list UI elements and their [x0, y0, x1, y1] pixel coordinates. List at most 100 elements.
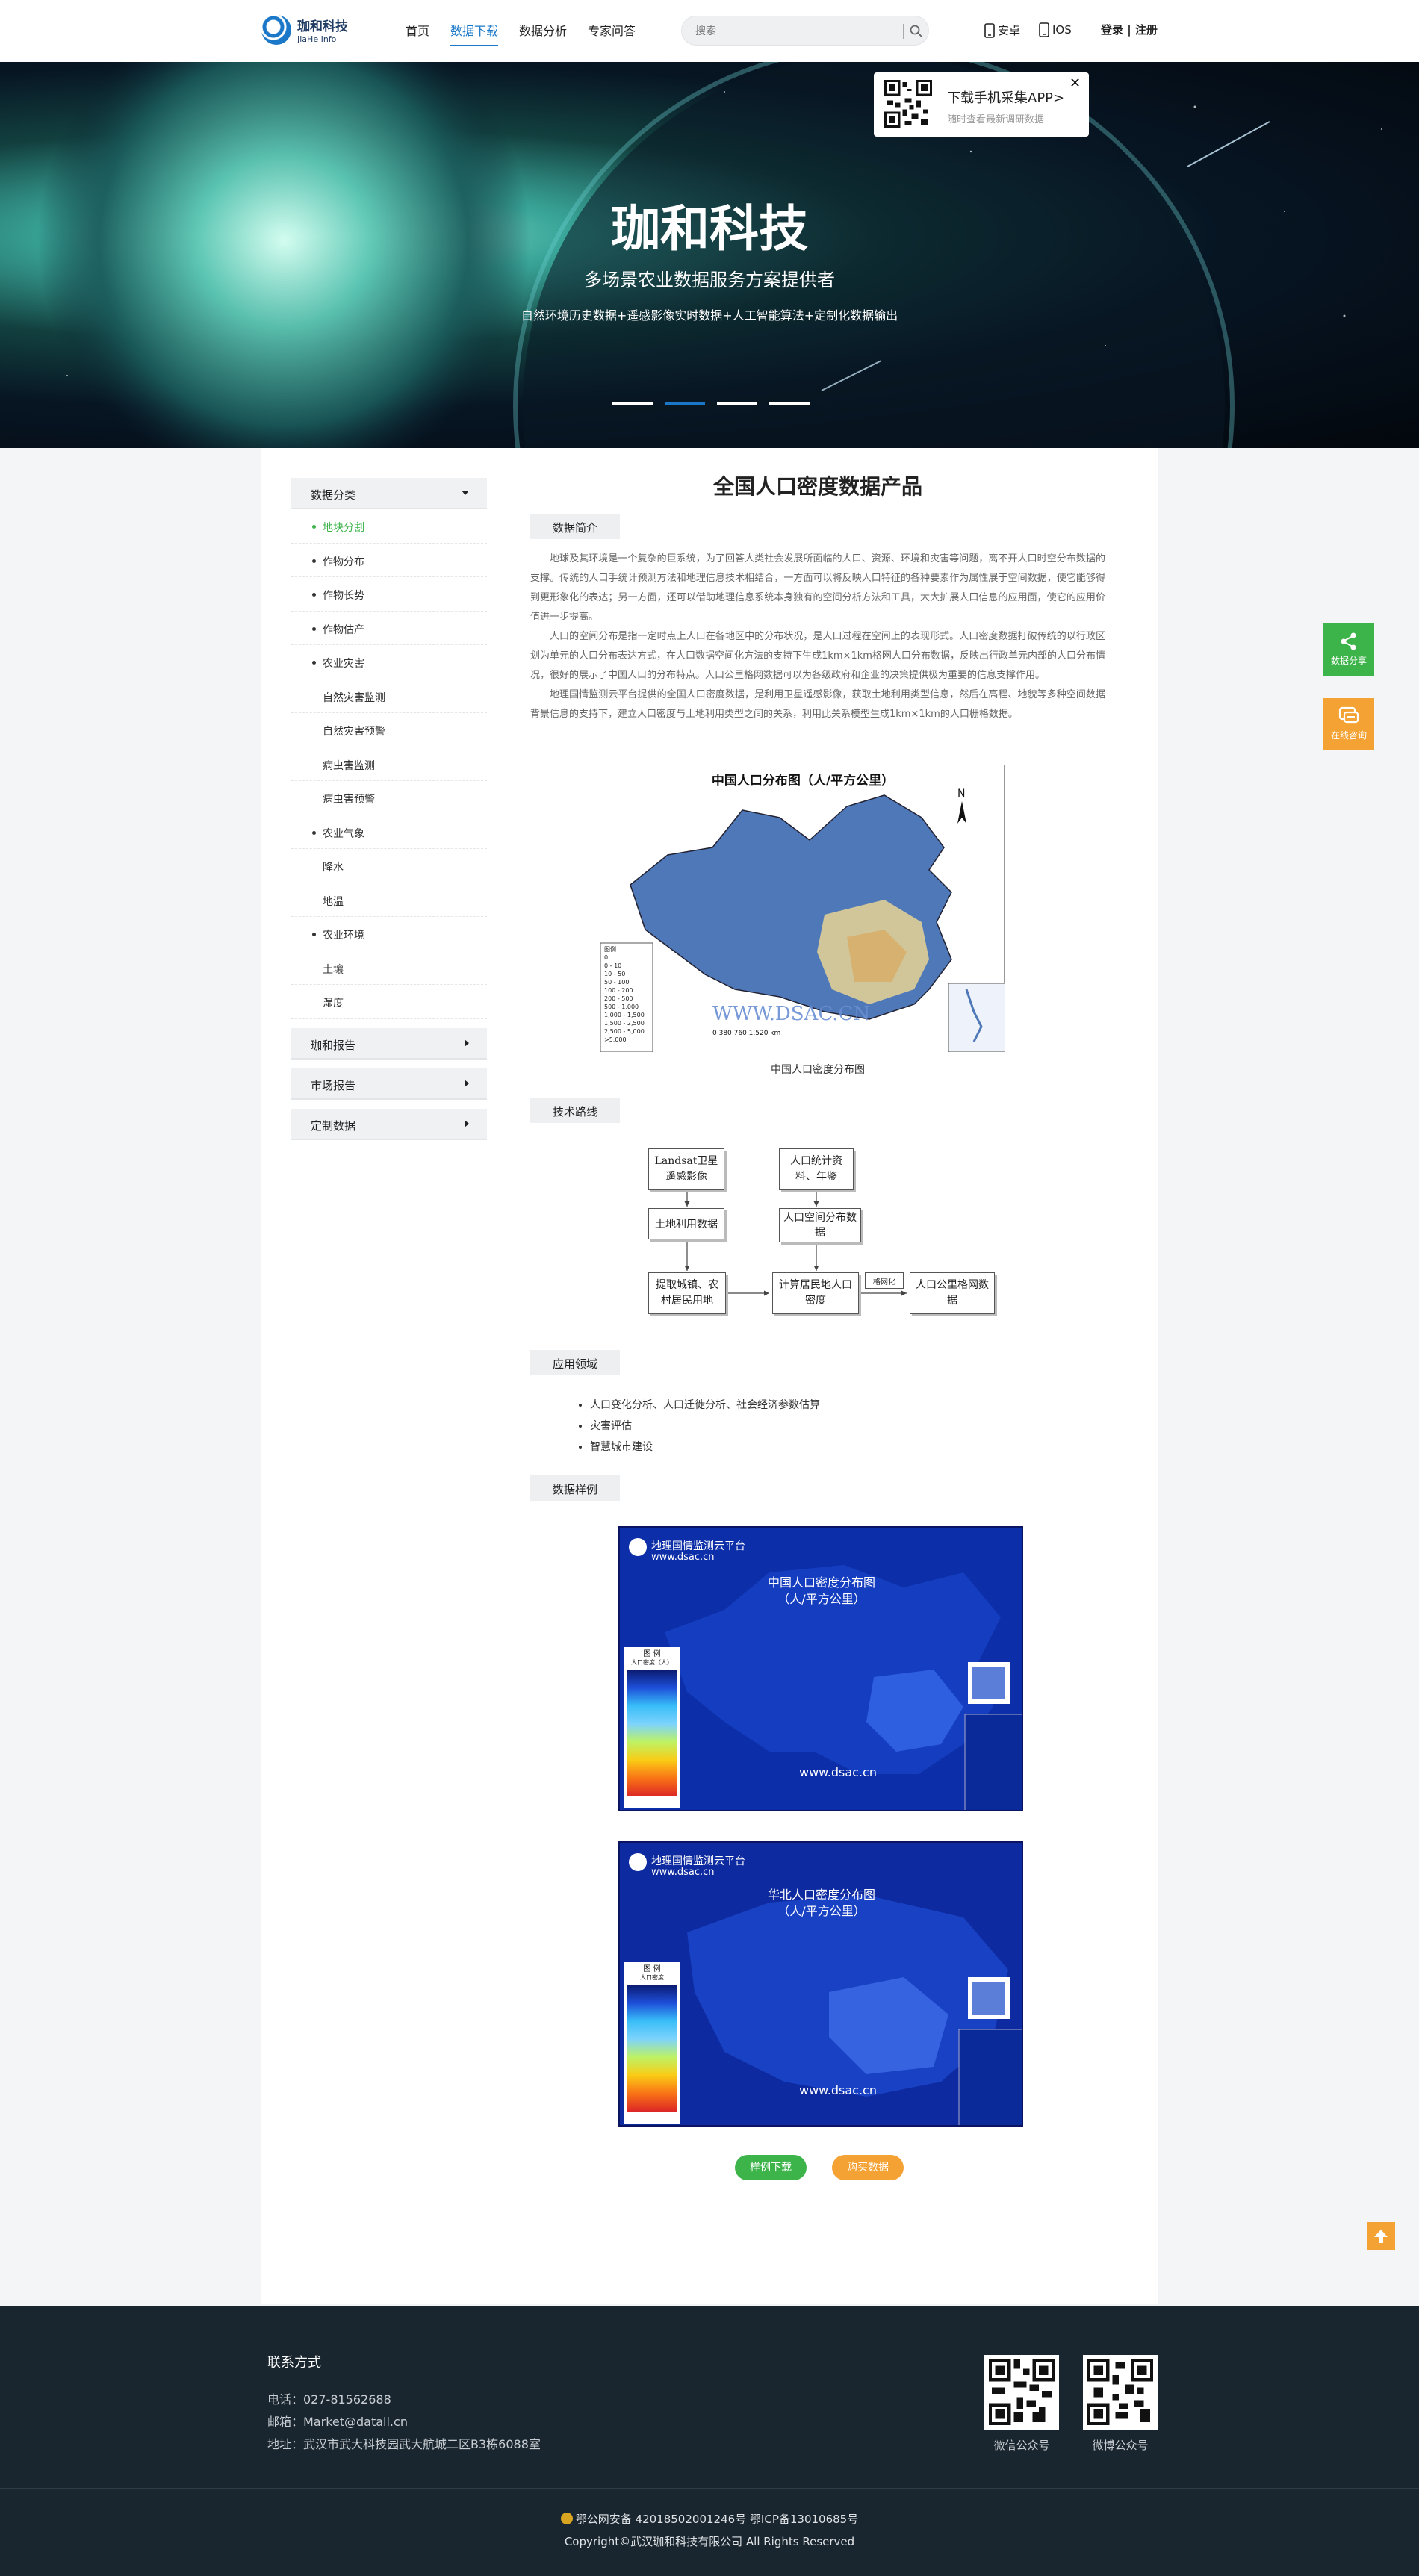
- sidebar-subitem[interactable]: 地温: [291, 883, 487, 917]
- footer-phone: 电话：027-81562688: [267, 2392, 391, 2407]
- nav-data-analysis[interactable]: 数据分析: [519, 21, 567, 46]
- legend-item: 200 - 500: [604, 995, 633, 1002]
- flow-label-grid: 格网化: [865, 1272, 904, 1289]
- flow-node-spatial: 人口空间分布数据: [779, 1208, 861, 1242]
- android-label: 安卓: [998, 24, 1021, 37]
- intro-paragraph: 人口的空间分布是指一定时点上人口在各地区中的分布状况，是人口过程在空间上的表现形…: [530, 631, 1105, 681]
- legend-item: 50 - 100: [604, 979, 630, 986]
- carousel-dot[interactable]: [612, 402, 653, 405]
- intro-paragraph: 地理国情监测云平台提供的全国人口密度数据，是利用卫星遥感影像，获取土地利用类型信…: [530, 689, 1105, 720]
- sidebar-item[interactable]: 作物估产: [291, 612, 487, 645]
- sample-download-button[interactable]: 样例下载: [735, 2155, 807, 2180]
- product-content: 全国人口密度数据产品 数据简介 地球及其环境是一个复杂的巨系统，为了回答人类社会…: [530, 470, 1105, 2180]
- beian-text[interactable]: 鄂公网安备 42018502001246号 鄂ICP备13010685号: [576, 2513, 858, 2526]
- sidebar-item[interactable]: 作物分布: [291, 544, 487, 577]
- logo-subname: JiaHe Info: [297, 34, 337, 44]
- sidebar-subitem[interactable]: 病虫害监测: [291, 747, 487, 781]
- sample-map-title: 中国人口密度分布图: [767, 1575, 875, 1590]
- police-badge-icon: [560, 2513, 573, 2524]
- sidebar-subitem[interactable]: 病虫害预警: [291, 781, 487, 815]
- section-label: 市场报告: [311, 1078, 356, 1092]
- legend-item: 1,500 - 2,500: [604, 1020, 645, 1027]
- section-tag-tech: 技术路线: [530, 1098, 621, 1123]
- legend-item: 1,000 - 1,500: [604, 1012, 645, 1018]
- app-popup-title[interactable]: 下载手机采集APP>: [947, 87, 1064, 107]
- search-input[interactable]: [695, 24, 889, 39]
- map-scale-bar: 0 380 760 1,520 km: [712, 1030, 781, 1037]
- logo-name: 珈和科技: [297, 19, 348, 34]
- nav-data-download[interactable]: 数据下载: [450, 21, 499, 46]
- hero-banner: 珈和科技 多场景农业数据服务方案提供者 自然环境历史数据+遥感影像实时数据+人工…: [0, 62, 1419, 448]
- logo[interactable]: 珈和科技 JiaHe Info: [261, 15, 348, 45]
- list-item: 灾害评估: [590, 1416, 820, 1437]
- sample-map-watermark: www.dsac.cn: [799, 1765, 877, 1779]
- sidebar-item[interactable]: 农业灾害: [291, 645, 487, 679]
- legend-color-ramp: [627, 1985, 677, 2112]
- caret-right-icon: [465, 1039, 469, 1047]
- legend-item: 500 - 1,000: [604, 1004, 639, 1010]
- qr-code-icon: [989, 2359, 1055, 2425]
- login-register-link[interactable]: 登录 | 注册: [1101, 22, 1158, 37]
- sidebar-section-jiahe-report[interactable]: 珈和报告: [291, 1027, 487, 1060]
- sidebar-subitem[interactable]: 湿度: [291, 985, 487, 1019]
- carousel-dot-active[interactable]: [665, 402, 705, 405]
- section-label: 定制数据: [311, 1119, 356, 1133]
- intro-paragraph: 地球及其环境是一个复杂的巨系统，为了回答人类社会发展所面临的人口、资源、环境和灾…: [530, 553, 1105, 623]
- legend-title: 图例: [604, 946, 616, 953]
- search-box: [681, 16, 929, 46]
- buy-data-button[interactable]: 购买数据: [832, 2155, 904, 2180]
- flow-node-landuse: 土地利用数据: [648, 1208, 724, 1239]
- carousel-dot[interactable]: [717, 402, 757, 405]
- map-legend: 图例 0 0 - 10 10 - 50 50 - 100 100 - 200 2…: [604, 945, 645, 1044]
- ios-download[interactable]: IOS: [1039, 22, 1072, 37]
- app-download-popup: 下载手机采集APP> 随时查看最新调研数据 ✕: [874, 72, 1089, 137]
- map-caption: 中国人口密度分布图: [771, 1064, 865, 1076]
- site-header: 珈和科技 JiaHe Info 首页 数据下载 数据分析 专家问答 安卓 IOS…: [0, 0, 1419, 62]
- footer-email[interactable]: 邮箱：Market@datall.cn: [267, 2412, 408, 2430]
- carousel-dot[interactable]: [769, 402, 810, 405]
- data-share-button[interactable]: 数据分享: [1323, 623, 1374, 676]
- list-item: 人口变化分析、人口迁徙分析、社会经济参数估算: [590, 1395, 820, 1416]
- sidebar: 数据分类 地块分割 作物分布 作物长势 作物估产 农业灾害 自然灾害监测 自然灾…: [291, 478, 487, 1140]
- share-icon: [1341, 632, 1356, 650]
- section-label: 珈和报告: [311, 1038, 356, 1052]
- nav-expert-qa[interactable]: 专家问答: [588, 21, 636, 46]
- legend-item: 2,500 - 5,000: [604, 1028, 645, 1035]
- data-share-label: 数据分享: [1330, 656, 1367, 666]
- category-title: 数据分类: [311, 488, 356, 502]
- population-map-image: 中国人口分布图（人/平方公里） N 图例 0 0 - 10 10 - 50 50…: [600, 765, 1005, 1052]
- online-consult-label: 在线咨询: [1330, 730, 1367, 741]
- sidebar-subitem[interactable]: 自然灾害监测: [291, 679, 487, 713]
- sidebar-category-header[interactable]: 数据分类: [291, 478, 487, 509]
- sidebar-subitem[interactable]: 土壤: [291, 951, 487, 985]
- flow-node-result: 人口公里格网数据: [910, 1272, 995, 1314]
- sidebar-subitem[interactable]: 自然灾害预警: [291, 713, 487, 747]
- nav-home[interactable]: 首页: [406, 21, 429, 46]
- footer-bottom-bar: 鄂公网安备 42018502001246号 鄂ICP备13010685号 Cop…: [0, 2488, 1419, 2576]
- search-icon[interactable]: [909, 24, 924, 39]
- sidebar-section-market-report[interactable]: 市场报告: [291, 1068, 487, 1100]
- banner-description: 自然环境历史数据+遥感影像实时数据+人工智能算法+定制化数据输出: [521, 308, 898, 323]
- caret-down-icon: [462, 491, 469, 495]
- ios-label: IOS: [1052, 23, 1072, 37]
- sample-map-unit: （人/平方公里）: [777, 1904, 866, 1918]
- legend-item: 100 - 200: [604, 987, 633, 994]
- carousel-dots: [612, 402, 810, 405]
- back-to-top-button[interactable]: [1367, 2222, 1395, 2250]
- android-download[interactable]: 安卓: [984, 22, 1020, 38]
- sample-map-title: 华北人口密度分布图: [767, 1888, 875, 1902]
- legend-item: >5,000: [604, 1036, 627, 1043]
- sidebar-subitem[interactable]: 降水: [291, 849, 487, 883]
- sidebar-item[interactable]: 农业环境: [291, 917, 487, 951]
- flow-node-landsat: Landsat卫星遥感影像: [648, 1148, 724, 1190]
- legend-color-ramp: [627, 1670, 677, 1796]
- online-consult-button[interactable]: 在线咨询: [1323, 698, 1374, 750]
- close-icon[interactable]: ✕: [1069, 75, 1081, 91]
- sidebar-item[interactable]: 地块分割: [291, 509, 487, 544]
- section-tag-intro: 数据简介: [530, 514, 621, 539]
- footer-copyright: Copyright©武汉珈和科技有限公司 All Rights Reserved: [564, 2535, 855, 2548]
- sample-map-north-china: 地理国情监测云平台 www.dsac.cn 华北人口密度分布图 （人/平方公里）…: [618, 1841, 1023, 2127]
- sidebar-section-custom-data[interactable]: 定制数据: [291, 1108, 487, 1140]
- sidebar-item[interactable]: 作物长势: [291, 577, 487, 612]
- sidebar-item[interactable]: 农业气象: [291, 815, 487, 849]
